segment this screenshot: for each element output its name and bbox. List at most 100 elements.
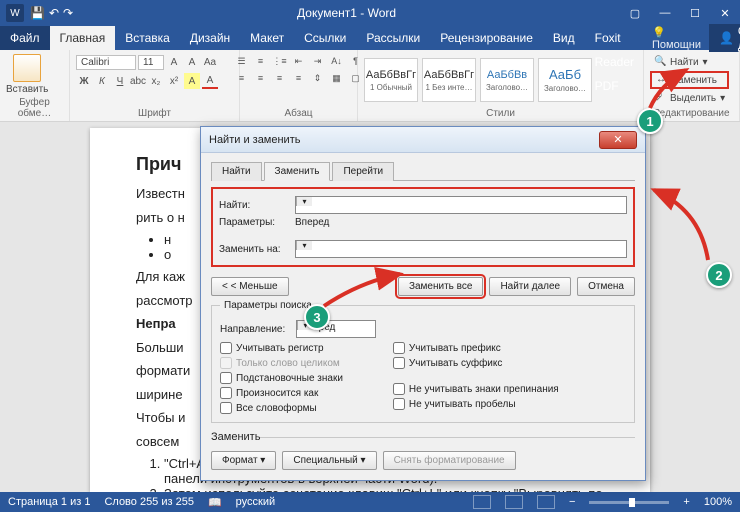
- find-button[interactable]: 🔍Найти ▾: [650, 55, 729, 69]
- status-page[interactable]: Страница 1 из 1: [8, 496, 90, 508]
- tab-review[interactable]: Рецензирование: [430, 26, 543, 50]
- undo-icon[interactable]: ↶: [49, 6, 59, 20]
- change-case-icon[interactable]: Aa: [202, 54, 218, 70]
- styles-gallery[interactable]: АаБбВвГг1 Обычный АаБбВвГг1 Без инте… Аа…: [364, 58, 592, 102]
- view-read-icon[interactable]: [473, 495, 491, 509]
- tab-home[interactable]: Главная: [50, 26, 116, 50]
- close-button[interactable]: ✕: [710, 0, 740, 26]
- chk-case[interactable]: Учитывать регистр: [220, 342, 343, 354]
- replace-label: Заменить на:: [219, 244, 289, 255]
- bullets-icon[interactable]: ☰: [234, 54, 250, 68]
- justify-icon[interactable]: ≡: [291, 71, 307, 85]
- direction-label: Направление:: [220, 324, 290, 335]
- group-para-label: Абзац: [246, 106, 351, 119]
- zoom-in-icon[interactable]: +: [683, 496, 689, 508]
- ribbon-options-icon[interactable]: ▢: [620, 0, 650, 26]
- align-left-icon[interactable]: ≡: [234, 71, 250, 85]
- search-params-legend: Параметры поиска: [220, 300, 316, 311]
- chk-wildcards[interactable]: Подстановочные знаки: [220, 372, 343, 384]
- search-params-group: Параметры поиска Направление: Вперед▾ Уч…: [211, 300, 635, 423]
- ribbon: Вставить Буфер обме… Calibri 11 A A Aa Ж…: [0, 50, 740, 122]
- superscript-icon[interactable]: x²: [166, 73, 182, 89]
- replace-input[interactable]: ▾: [295, 240, 627, 258]
- subscript-icon[interactable]: x₂: [148, 73, 164, 89]
- italic-icon[interactable]: К: [94, 73, 110, 89]
- dialog-tabs: Найти Заменить Перейти: [211, 161, 635, 181]
- minimize-button[interactable]: —: [650, 0, 680, 26]
- underline-icon[interactable]: Ч: [112, 73, 128, 89]
- font-color-icon[interactable]: A: [202, 73, 218, 89]
- zoom-level[interactable]: 100%: [704, 496, 732, 508]
- share-button[interactable]: 👤Общий доступ: [709, 24, 740, 52]
- chk-prefix[interactable]: Учитывать префикс: [393, 342, 559, 354]
- cursor-icon: ⮰: [654, 92, 666, 104]
- tell-me[interactable]: 💡 Помощни: [644, 26, 709, 51]
- tab-insert[interactable]: Вставка: [115, 26, 180, 50]
- close-icon: ✕: [613, 133, 622, 146]
- dialog-close-button[interactable]: ✕: [599, 131, 637, 149]
- status-proofing-icon[interactable]: 📖: [208, 496, 222, 509]
- tab-view[interactable]: Вид: [543, 26, 585, 50]
- format-button[interactable]: Формат ▾: [211, 451, 276, 470]
- tab-references[interactable]: Ссылки: [294, 26, 356, 50]
- style-heading2[interactable]: АаБбЗаголово…: [538, 58, 592, 102]
- indent-dec-icon[interactable]: ⇤: [291, 54, 307, 68]
- sort-icon[interactable]: A↓: [329, 54, 345, 68]
- replace-legend: Заменить: [211, 431, 260, 443]
- line-spacing-icon[interactable]: ⇕: [310, 71, 326, 85]
- chk-word-forms[interactable]: Все словоформы: [220, 402, 343, 414]
- multilevel-icon[interactable]: ⋮≡: [272, 54, 288, 68]
- tab-layout[interactable]: Макет: [240, 26, 294, 50]
- less-button[interactable]: < < Меньше: [211, 277, 289, 296]
- tab-foxit[interactable]: Foxit Reader PDF: [585, 26, 644, 50]
- params-label: Параметры:: [219, 217, 289, 228]
- find-replace-dialog: Найти и заменить ✕ Найти Заменить Перейт…: [200, 126, 646, 481]
- indent-inc-icon[interactable]: ⇥: [310, 54, 326, 68]
- dialog-tab-goto[interactable]: Перейти: [332, 162, 394, 181]
- status-words[interactable]: Слово 255 из 255: [104, 496, 194, 508]
- view-web-icon[interactable]: [537, 495, 555, 509]
- shading-icon[interactable]: ▦: [329, 71, 345, 85]
- grow-font-icon[interactable]: A: [166, 54, 182, 70]
- zoom-slider[interactable]: [589, 501, 669, 504]
- maximize-button[interactable]: ☐: [680, 0, 710, 26]
- chk-ignore-space[interactable]: Не учитывать пробелы: [393, 398, 559, 410]
- find-next-button[interactable]: Найти далее: [489, 277, 571, 296]
- align-right-icon[interactable]: ≡: [272, 71, 288, 85]
- style-nospacing[interactable]: АаБбВвГг1 Без инте…: [422, 58, 476, 102]
- replace-button[interactable]: ↔Заменить: [650, 71, 729, 89]
- tab-design[interactable]: Дизайн: [180, 26, 240, 50]
- style-heading1[interactable]: АаБбВвЗаголово…: [480, 58, 534, 102]
- special-button[interactable]: Специальный ▾: [282, 451, 376, 470]
- font-size-select[interactable]: 11: [138, 55, 164, 70]
- find-label: Найти:: [219, 200, 289, 211]
- chk-suffix[interactable]: Учитывать суффикс: [393, 357, 559, 369]
- style-normal[interactable]: АаБбВвГг1 Обычный: [364, 58, 418, 102]
- zoom-out-icon[interactable]: −: [569, 496, 575, 508]
- redo-icon[interactable]: ↷: [63, 6, 73, 20]
- shrink-font-icon[interactable]: A: [184, 54, 200, 70]
- direction-select[interactable]: Вперед▾: [296, 320, 376, 338]
- highlight-icon[interactable]: A: [184, 73, 200, 89]
- align-center-icon[interactable]: ≡: [253, 71, 269, 85]
- numbering-icon[interactable]: ≡: [253, 54, 269, 68]
- dialog-titlebar[interactable]: Найти и заменить ✕: [201, 127, 645, 153]
- replace-all-button[interactable]: Заменить все: [398, 277, 483, 296]
- tab-mailings[interactable]: Рассылки: [356, 26, 430, 50]
- view-print-icon[interactable]: [505, 495, 523, 509]
- bold-icon[interactable]: Ж: [76, 73, 92, 89]
- find-input[interactable]: ▾: [295, 196, 627, 214]
- cancel-button[interactable]: Отмена: [577, 277, 635, 296]
- dialog-tab-find[interactable]: Найти: [211, 162, 262, 181]
- paste-button[interactable]: Вставить: [6, 54, 48, 95]
- status-lang[interactable]: русский: [236, 496, 275, 508]
- chk-ignore-punct[interactable]: Не учитывать знаки препинания: [393, 383, 559, 395]
- chevron-down-icon: ▾: [296, 241, 312, 250]
- select-button[interactable]: ⮰Выделить ▾: [650, 91, 729, 105]
- chk-sounds-like[interactable]: Произносится как: [220, 387, 343, 399]
- tab-file[interactable]: Файл: [0, 26, 50, 50]
- dialog-tab-replace[interactable]: Заменить: [264, 162, 331, 181]
- font-family-select[interactable]: Calibri: [76, 55, 136, 70]
- save-icon[interactable]: 💾: [30, 6, 45, 20]
- strike-icon[interactable]: abc: [130, 73, 146, 89]
